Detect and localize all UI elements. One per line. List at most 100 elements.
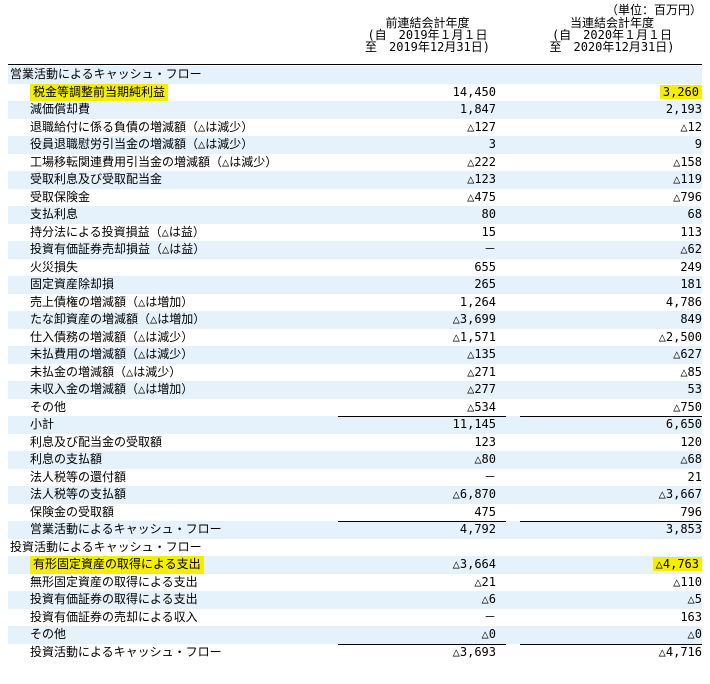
table-row: 持分法による投資損益（△は益） 15 113 — [8, 224, 702, 242]
table-row: 未払費用の増減額（△は減少） △135 △627 — [8, 346, 702, 364]
section-label: 投資活動によるキャッシュ・フロー — [10, 539, 202, 554]
prev-year-value: △3,664 — [452, 557, 496, 571]
prev-year-value: 80 — [481, 207, 496, 221]
current-year-value: △3,667 — [658, 487, 702, 501]
column-header-current-year: 当連結会計年度 (自 2020年１月１日 至 2020年12月31日) — [522, 17, 702, 65]
current-year-value: △110 — [673, 574, 702, 589]
row-label: 法人税等の還付額 — [30, 469, 127, 484]
row-label: 未払金の増減額（△は減少） — [30, 364, 182, 379]
prev-year-value: △3,699 — [452, 312, 496, 326]
prev-year-value: △135 — [467, 347, 496, 361]
row-label: 有形固定資産の取得による支出 — [30, 556, 204, 574]
prev-year-value: △123 — [467, 172, 496, 186]
table-row: 有形固定資産の取得による支出 △3,664 △4,763 — [8, 556, 702, 574]
table-row: 投資活動によるキャッシュ・フロー △3,693 △4,716 — [8, 643, 702, 662]
column-header-prev-to: 至 2019年12月31日) — [364, 40, 491, 54]
prev-year-value: － — [483, 609, 496, 624]
section-label: 営業活動によるキャッシュ・フロー — [10, 67, 202, 81]
prev-year-value: 475 — [474, 504, 496, 519]
table-row: その他 △0 △0 — [8, 626, 702, 644]
row-label: 営業活動によるキャッシュ・フロー — [30, 522, 222, 536]
prev-year-value: △271 — [467, 364, 496, 379]
table-row: 小計 11,145 6,650 — [8, 416, 702, 434]
prev-year-value: 15 — [481, 224, 496, 239]
table-row: 利息の支払額 △80 △68 — [8, 451, 702, 469]
prev-year-value: 11,145 — [452, 417, 496, 431]
prev-year-value: △534 — [467, 399, 496, 414]
row-label: 法人税等の支払額 — [30, 487, 127, 501]
table-row: 受取保険金 △475 △796 — [8, 189, 702, 207]
table-row: 利息及び配当金の受取額 123 120 — [8, 434, 702, 452]
table-row: 無形固定資産の取得による支出 △21 △110 — [8, 574, 702, 592]
row-label: 売上債権の増減額（△は増加） — [30, 294, 194, 309]
current-year-value: △158 — [673, 154, 702, 169]
prev-year-value: △127 — [467, 119, 496, 134]
section-header-row: 投資活動によるキャッシュ・フロー — [8, 539, 702, 557]
row-label: 投資有価証券の取得による支出 — [30, 592, 198, 606]
row-label: 支払利息 — [30, 207, 79, 221]
row-label: 役員退職慰労引当金の増減額（△は減少） — [30, 137, 254, 151]
row-label: 投資活動によるキャッシュ・フロー — [30, 644, 222, 659]
current-year-value: △62 — [680, 242, 702, 256]
row-label: 未収入金の増減額（△は増加） — [30, 382, 194, 396]
prev-year-value: 4,792 — [459, 522, 496, 536]
row-label: 固定資産除却損 — [30, 277, 115, 291]
row-label: 税金等調整前当期純利益 — [30, 83, 169, 101]
table-row: その他 △534 △750 — [8, 399, 702, 417]
table-row: 税金等調整前当期純利益 14,450 3,260 — [8, 83, 702, 101]
row-label: 受取保険金 — [30, 189, 91, 204]
current-year-value: △119 — [673, 172, 702, 186]
current-year-value: △85 — [680, 364, 702, 379]
table-row: 減価償却費 1,847 2,193 — [8, 101, 702, 119]
prev-year-value: － — [483, 242, 496, 256]
row-label: 持分法による投資損益（△は益） — [30, 224, 205, 239]
row-label: その他 — [30, 399, 67, 414]
table-row: 固定資産除却損 265 181 — [8, 276, 702, 294]
prev-year-value: △80 — [474, 452, 496, 466]
table-row: 退職給付に係る負債の増減額（△は減少） △127 △12 — [8, 119, 702, 137]
current-year-value: 113 — [680, 224, 702, 239]
current-year-value: △2,500 — [658, 329, 702, 344]
prev-year-value: △3,693 — [452, 644, 496, 659]
current-year-value: 21 — [687, 469, 702, 484]
row-label: 利息及び配当金の受取額 — [30, 434, 163, 449]
row-label: 受取利息及び受取配当金 — [30, 172, 163, 186]
current-year-value: △4,763 — [520, 556, 702, 574]
current-year-value: △627 — [673, 347, 702, 361]
current-year-value: △796 — [673, 189, 702, 204]
table-row: 投資有価証券売却損益（△は益） － △62 — [8, 241, 702, 259]
prev-year-value: △1,571 — [452, 329, 496, 344]
current-year-value: △750 — [673, 399, 702, 414]
prev-year-value: － — [483, 469, 496, 484]
prev-year-value: △277 — [467, 382, 496, 396]
prev-year-value: △475 — [467, 189, 496, 204]
current-year-value: 4,786 — [665, 294, 702, 309]
column-header-cur-to: 至 2020年12月31日) — [549, 40, 675, 54]
section-header-row: 営業活動によるキャッシュ・フロー — [8, 66, 702, 84]
table-row: たな卸資産の増減額（△は増加） △3,699 849 — [8, 311, 702, 329]
current-year-value: 53 — [687, 382, 702, 396]
prev-year-value: 1,847 — [459, 102, 496, 116]
table-row: 支払利息 80 68 — [8, 206, 702, 224]
row-label: 火災損失 — [30, 259, 79, 274]
row-label: 投資有価証券の売却による収入 — [30, 609, 198, 624]
table-row: 未払金の増減額（△は減少） △271 △85 — [8, 364, 702, 382]
current-year-value: 2,193 — [665, 102, 702, 116]
current-year-value: 3,853 — [665, 522, 702, 536]
table-row: 売上債権の増減額（△は増加） 1,264 4,786 — [8, 294, 702, 312]
header-divider — [8, 64, 702, 65]
table-row: 保険金の受取額 475 796 — [8, 504, 702, 522]
current-year-value: 9 — [694, 137, 702, 151]
current-year-value: △5 — [687, 592, 702, 606]
row-label: 利息の支払額 — [30, 452, 103, 466]
row-label: 退職給付に係る負債の増減額（△は減少） — [30, 119, 254, 134]
table-row: 法人税等の支払額 △6,870 △3,667 — [8, 486, 702, 504]
table-row: 法人税等の還付額 － 21 — [8, 469, 702, 487]
prev-year-value: △222 — [467, 154, 496, 169]
row-label: その他 — [30, 627, 67, 641]
prev-year-value: △6 — [481, 592, 496, 606]
current-year-value: 163 — [680, 609, 702, 624]
current-year-value: 6,650 — [665, 417, 702, 431]
table-row: 営業活動によるキャッシュ・フロー 4,792 3,853 — [8, 521, 702, 539]
row-label: たな卸資産の増減額（△は増加） — [30, 312, 206, 326]
